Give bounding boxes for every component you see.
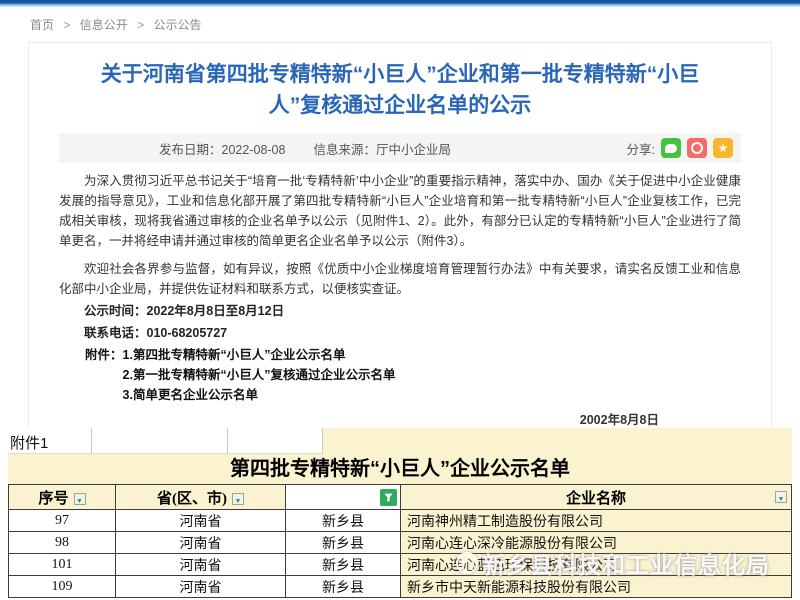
- attachment-item-1: 1.第四批专精特新“小巨人”企业公示名单: [123, 345, 396, 365]
- sheet-top-row: 附件1: [8, 428, 792, 454]
- cell-company: 河南心连心蓝色环保科技有限公司: [401, 554, 792, 576]
- table-row: 98 河南省 新乡县 河南心连心深冷能源股份有限公司: [9, 532, 792, 554]
- breadcrumb: 首页 > 信息公开 > 公示公告: [30, 16, 201, 33]
- notice-time: 公示时间：2022年8月8日至8月12日: [59, 301, 741, 321]
- cell-company: 河南心连心深冷能源股份有限公司: [401, 532, 792, 554]
- header-省区市: 省(区、市): [116, 485, 286, 510]
- article-title: 关于河南省第四批专精特新“小巨人”企业和第一批专精特新“小巨人”复核通过企业名单…: [29, 43, 771, 121]
- cell-seq: 97: [9, 510, 116, 532]
- header-企业名称: 企业名称: [401, 485, 792, 510]
- filter-dropdown-icon: [232, 493, 244, 505]
- attachment-list: 附件： 1.第四批专精特新“小巨人”企业公示名单 2.第一批专精特新“小巨人”复…: [59, 345, 741, 405]
- article-paragraph: 为深入贯彻习近平总书记关于“培育一批‘专精特新’中小企业”的重要指示精神，落实中…: [59, 171, 741, 251]
- publish-date-label: 发布日期：: [159, 143, 222, 157]
- page: 首页 > 信息公开 > 公示公告 关于河南省第四批专精特新“小巨人”企业和第一批…: [0, 0, 800, 600]
- site-nav-edge: [0, 0, 800, 7]
- cell-company: 河南神州精工制造股份有限公司: [401, 510, 792, 532]
- sheet-empty-cell: [92, 428, 228, 454]
- contact-phone: 联系电话：010-68205727: [59, 323, 741, 343]
- breadcrumb-separator: >: [63, 18, 70, 32]
- cell-seq: 98: [9, 532, 116, 554]
- attachment-item-3: 3.简单更名企业公示名单: [123, 385, 396, 405]
- info-source-value: 厅中小企业局: [376, 143, 451, 157]
- attachment-item-2: 2.第一批专精特新“小巨人”复核通过企业公示名单: [123, 365, 396, 385]
- attachment1-label: 附件1: [8, 428, 92, 454]
- share-weibo-icon[interactable]: [687, 138, 707, 158]
- publish-date-value: 2022-08-08: [222, 143, 286, 157]
- header-序号: 序号: [9, 485, 116, 510]
- cell-company: 新乡市中天新能源科技股份有限公司: [401, 576, 792, 598]
- sheet-empty-cell: [323, 428, 792, 454]
- cell-province: 河南省: [116, 510, 286, 532]
- enterprise-table: 序号 省(区、市) 企业名称 97 河南省 新乡县 河南神州精工制造股份有限公司: [8, 484, 792, 598]
- breadcrumb-info-disclosure[interactable]: 信息公开: [80, 18, 128, 32]
- cell-province: 河南省: [116, 554, 286, 576]
- breadcrumb-separator: >: [137, 18, 144, 32]
- article-meta-bar: 发布日期：2022-08-08 信息来源：厅中小企业局 分享: ★: [59, 133, 741, 163]
- cell-county: 新乡县: [286, 532, 401, 554]
- breadcrumb-home[interactable]: 首页: [30, 18, 54, 32]
- share-wechat-icon[interactable]: [661, 138, 681, 158]
- info-source: 信息来源：厅中小企业局: [313, 139, 451, 158]
- cell-seq: 101: [9, 554, 116, 576]
- table-header-row: 序号 省(区、市) 企业名称: [9, 485, 792, 510]
- article-paragraph: 欢迎社会各界参与监督，如有异议，按照《优质中小企业梯度培育管理暂行办法》中有关要…: [59, 259, 741, 299]
- filter-dropdown-icon: [775, 491, 787, 503]
- share-star-icon[interactable]: ★: [713, 138, 733, 158]
- filter-applied-icon: [380, 489, 397, 506]
- attachment1-sheet: 附件1 第四批专精特新“小巨人”企业公示名单 序号 省(区、市) 企业名称: [8, 428, 792, 598]
- cell-county: 新乡县: [286, 510, 401, 532]
- cell-seq: 109: [9, 576, 116, 598]
- share-label: 分享:: [627, 139, 655, 158]
- cell-province: 河南省: [116, 532, 286, 554]
- sign-date: 2002年8月8日: [29, 409, 659, 428]
- header-county: [286, 485, 401, 510]
- cell-province: 河南省: [116, 576, 286, 598]
- attachment-list-label: 附件：: [85, 345, 123, 405]
- share-bar: 分享: ★: [627, 138, 733, 158]
- table-row: 97 河南省 新乡县 河南神州精工制造股份有限公司: [9, 510, 792, 532]
- sheet-title: 第四批专精特新“小巨人”企业公示名单: [8, 454, 792, 484]
- sheet-empty-cell: [228, 428, 323, 454]
- publish-date: 发布日期：2022-08-08: [159, 139, 285, 158]
- filter-dropdown-icon: [74, 493, 86, 505]
- table-row: 109 河南省 新乡县 新乡市中天新能源科技股份有限公司: [9, 576, 792, 598]
- breadcrumb-current: 公示公告: [153, 18, 201, 32]
- info-source-label: 信息来源：: [313, 143, 376, 157]
- cell-county: 新乡县: [286, 554, 401, 576]
- table-row: 101 河南省 新乡县 河南心连心蓝色环保科技有限公司: [9, 554, 792, 576]
- cell-county: 新乡县: [286, 576, 401, 598]
